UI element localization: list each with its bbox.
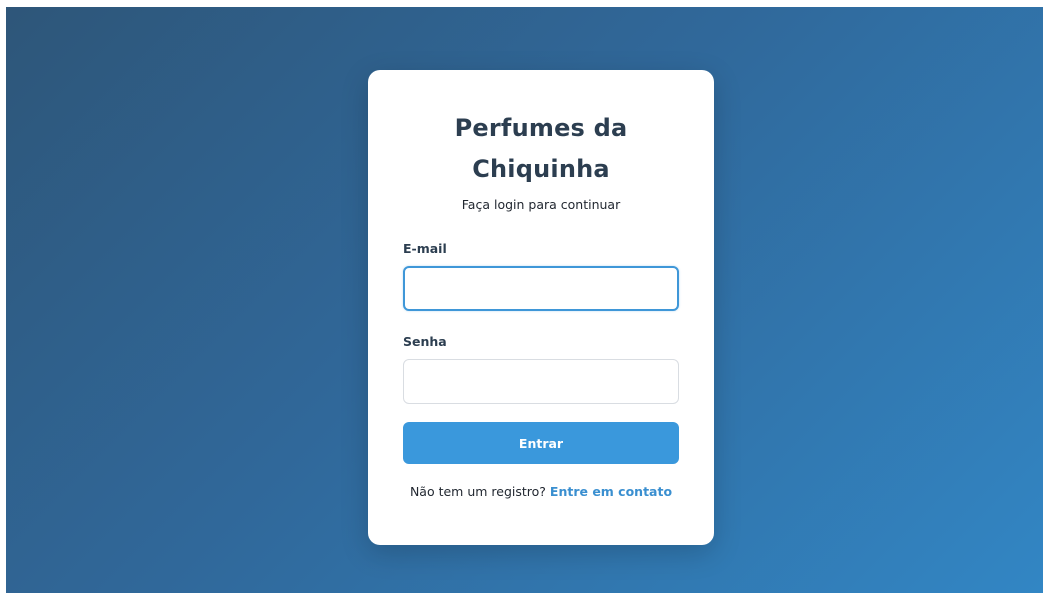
password-label: Senha — [403, 334, 447, 349]
contact-link[interactable]: Entre em contato — [550, 484, 672, 499]
page-title: Perfumes da Chiquinha — [454, 114, 628, 183]
login-subtitle: Faça login para continuar — [461, 197, 621, 212]
register-prompt: Não tem um registro? Entre em contato — [403, 484, 679, 499]
login-button[interactable]: Entrar — [403, 422, 679, 464]
email-field[interactable] — [403, 266, 679, 311]
page-background: Perfumes da Chiquinha Faça login para co… — [6, 7, 1043, 593]
register-prompt-text: Não tem um registro? — [409, 484, 546, 499]
email-label: E-mail — [403, 241, 447, 256]
login-card: Perfumes da Chiquinha Faça login para co… — [368, 70, 714, 545]
password-field[interactable] — [403, 359, 679, 404]
